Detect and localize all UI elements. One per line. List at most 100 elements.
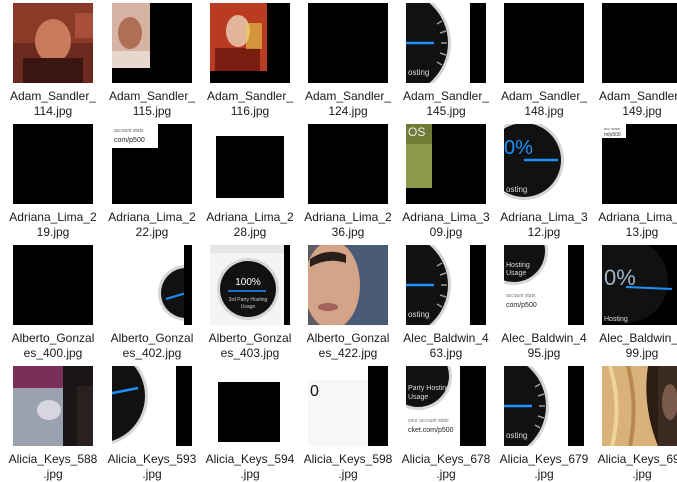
file-thumbnail[interactable]: 0% osting [504, 124, 584, 204]
file-name-line-1: Alberto_Gonzal [306, 331, 390, 345]
file-name-label[interactable]: Adam_Sandler_ 149.jpg [593, 89, 677, 119]
file-name-label[interactable]: Alicia_Keys_594 .jpg [201, 452, 299, 482]
file-item[interactable]: Alicia_Keys_594 .jpg [201, 366, 299, 482]
file-item[interactable]: Adriana_Lima_2 28.jpg [201, 124, 299, 240]
file-name-line-1: Alicia_Keys_594 [205, 452, 295, 466]
file-name-label[interactable]: Adriana_Lima_2 22.jpg [103, 210, 201, 240]
file-name-label[interactable]: Alicia_Keys_695.jpg [593, 452, 677, 482]
file-name-line-2: 145.jpg [426, 104, 466, 118]
file-name-label[interactable]: Adam_Sandler_ 115.jpg [103, 89, 201, 119]
file-thumbnail[interactable] [210, 124, 290, 204]
file-name-label[interactable]: Alec_Baldwin_4 63.jpg [397, 331, 495, 361]
file-thumbnail[interactable] [13, 245, 93, 325]
file-item[interactable]: Alberto_Gonzal es_402.jpg [103, 245, 201, 361]
file-name-label[interactable]: Adriana_Lima_3 09.jpg [397, 210, 495, 240]
file-name-line-1: Adam_Sandler_ [402, 89, 490, 103]
file-name-label[interactable]: Adam_Sandler_ 114.jpg [4, 89, 102, 119]
file-item[interactable]: Alicia_Keys_588 .jpg [4, 366, 102, 482]
file-item[interactable]: Alberto_Gonzal es_400.jpg [4, 245, 102, 361]
file-thumbnail[interactable] [210, 366, 290, 446]
file-thumbnail[interactable]: account stats com/p500 [112, 124, 192, 204]
file-name-label[interactable]: Alicia_Keys_598 .jpg [299, 452, 397, 482]
file-name-label[interactable]: Alberto_Gonzal es_400.jpg [4, 331, 102, 361]
file-thumbnail[interactable]: 0 [308, 366, 388, 446]
file-name-line-1: Alicia_Keys_678 [401, 452, 491, 466]
file-item[interactable]: Party Hosting Usage your account stats c… [397, 366, 495, 482]
file-item[interactable]: Alberto_Gonzal es_422.jpg [299, 245, 397, 361]
file-thumbnail[interactable]: 0% Hosting [602, 245, 677, 325]
svg-text:m/p500: m/p500 [604, 132, 621, 138]
file-item[interactable]: Adam_Sandler_ 148.jpg [495, 3, 593, 119]
file-name-label[interactable]: Alicia_Keys_588 .jpg [4, 452, 102, 482]
file-item[interactable]: Hosting Usage account stats com/p500 Ale… [495, 245, 593, 361]
file-item[interactable]: 0% osting Adriana_Lima_3 12.jpg [495, 124, 593, 240]
file-item[interactable]: acc stats m/p500 Adriana_Lima_3 13.jpg [593, 124, 677, 240]
file-name-label[interactable]: Alberto_Gonzal es_402.jpg [103, 331, 201, 361]
file-name-line-1: Adriana_Lima_2 [9, 210, 97, 224]
file-name-line-2: 115.jpg [132, 104, 172, 118]
file-name-label[interactable]: Adriana_Lima_2 28.jpg [201, 210, 299, 240]
file-thumbnail[interactable]: OS [406, 124, 486, 204]
file-thumbnail[interactable] [308, 3, 388, 83]
file-name-label[interactable]: Alicia_Keys_678 .jpg [397, 452, 495, 482]
file-name-line-1: Adriana_Lima_3 [500, 210, 588, 224]
file-name-label[interactable]: Alicia_Keys_679 .jpg [495, 452, 593, 482]
svg-text:com/p500: com/p500 [114, 137, 145, 144]
file-item[interactable]: Alicia_Keys_695.jpg [593, 366, 677, 482]
file-thumbnail[interactable]: osting [504, 366, 584, 446]
file-name-label[interactable]: Adriana_Lima_3 13.jpg [593, 210, 677, 240]
file-item[interactable]: Alicia_Keys_593 .jpg [103, 366, 201, 482]
file-thumbnail[interactable] [308, 245, 388, 325]
file-item[interactable]: Adam_Sandler_ 124.jpg [299, 3, 397, 119]
file-thumbnail[interactable] [112, 3, 192, 83]
file-item[interactable]: Adam_Sandler_ 114.jpg [4, 3, 102, 119]
file-thumbnail[interactable] [112, 245, 192, 325]
file-name-label[interactable]: Alicia_Keys_593 .jpg [103, 452, 201, 482]
file-thumbnail[interactable]: Hosting Usage account stats com/p500 [504, 245, 584, 325]
svg-text:0: 0 [310, 383, 319, 400]
file-item[interactable]: Adriana_Lima_2 36.jpg [299, 124, 397, 240]
svg-text:account stats: account stats [114, 128, 144, 134]
file-thumbnail[interactable] [210, 3, 290, 83]
file-name-label[interactable]: Adam_Sandler_ 124.jpg [299, 89, 397, 119]
file-name-label[interactable]: Adriana_Lima_3 12.jpg [495, 210, 593, 240]
file-name-label[interactable]: Alec_Baldwin_4 99.jpg [593, 331, 677, 361]
file-grid: Adam_Sandler_ 114.jpg Adam_Sandler_ 115.jp… [0, 0, 677, 481]
file-thumbnail[interactable] [504, 3, 584, 83]
file-item[interactable]: 100% 3rd Party Hosting Usage Alberto_Gon… [201, 245, 299, 361]
file-thumbnail[interactable] [13, 3, 93, 83]
file-item[interactable]: osting Alicia_Keys_679 .jpg [495, 366, 593, 482]
file-item[interactable]: osting Alec_Baldwin_4 63.jpg [397, 245, 495, 361]
file-item[interactable]: Adam_Sandler_ 149.jpg [593, 3, 677, 119]
file-item[interactable]: Adriana_Lima_2 19.jpg [4, 124, 102, 240]
file-name-label[interactable]: Alberto_Gonzal es_403.jpg [201, 331, 299, 361]
file-name-label[interactable]: Adam_Sandler_ 145.jpg [397, 89, 495, 119]
file-item[interactable]: account stats com/p500 Adriana_Lima_2 22.… [103, 124, 201, 240]
file-thumbnail[interactable] [13, 366, 93, 446]
file-name-label[interactable]: Adam_Sandler_ 116.jpg [201, 89, 299, 119]
file-item[interactable]: 0% Hosting Alec_Baldwin_4 99.jpg [593, 245, 677, 361]
file-thumbnail[interactable]: osting [406, 245, 486, 325]
file-name-label[interactable]: Alec_Baldwin_4 95.jpg [495, 331, 593, 361]
file-item[interactable]: osting Adam_Sandler_ 145.jpg [397, 3, 495, 119]
file-item[interactable]: Adam_Sandler_ 115.jpg [103, 3, 201, 119]
file-thumbnail[interactable] [13, 124, 93, 204]
file-thumbnail[interactable]: acc stats m/p500 [602, 124, 677, 204]
file-thumbnail[interactable]: 100% 3rd Party Hosting Usage [210, 245, 290, 325]
file-thumbnail[interactable] [602, 3, 677, 83]
file-item[interactable]: Adam_Sandler_ 116.jpg [201, 3, 299, 119]
file-thumbnail[interactable] [308, 124, 388, 204]
file-name-label[interactable]: Adriana_Lima_2 36.jpg [299, 210, 397, 240]
file-thumbnail[interactable] [112, 366, 192, 446]
file-thumbnail[interactable] [602, 366, 677, 446]
file-name-line-1: Adriana_Lima_2 [206, 210, 294, 224]
file-name-line-1: Alicia_Keys_593 [107, 452, 197, 466]
file-item[interactable]: 0 Alicia_Keys_598 .jpg [299, 366, 397, 482]
file-name-line-2: 99.jpg [625, 346, 659, 360]
file-name-label[interactable]: Alberto_Gonzal es_422.jpg [299, 331, 397, 361]
file-item[interactable]: OS Adriana_Lima_3 09.jpg [397, 124, 495, 240]
file-thumbnail[interactable]: Party Hosting Usage your account stats c… [406, 366, 486, 446]
file-thumbnail[interactable]: osting [406, 3, 486, 83]
file-name-label[interactable]: Adam_Sandler_ 148.jpg [495, 89, 593, 119]
file-name-label[interactable]: Adriana_Lima_2 19.jpg [4, 210, 102, 240]
